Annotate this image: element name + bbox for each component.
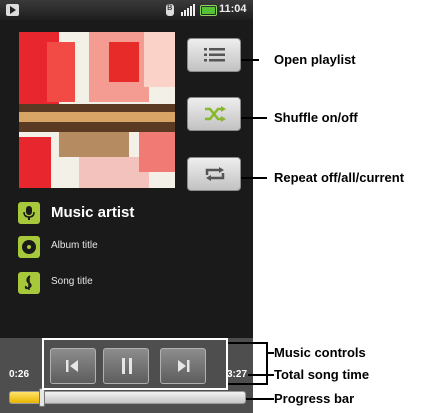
status-bar: 11:04 — [0, 0, 253, 20]
progress-fill — [10, 392, 40, 403]
elapsed-time: 0:26 — [9, 369, 30, 380]
callout-line-total-time — [248, 374, 274, 376]
bluetooth-icon — [166, 2, 174, 16]
treble-clef-icon — [18, 272, 40, 294]
repeat-button[interactable] — [187, 157, 241, 191]
callout-line-controls-bottom — [228, 383, 268, 385]
song-title: Song title — [51, 276, 93, 287]
callout-line-playlist — [241, 59, 259, 61]
callout-shuffle: Shuffle on/off — [274, 110, 358, 125]
callout-line-shuffle — [241, 117, 267, 119]
callout-line-repeat — [241, 177, 267, 179]
music-notification-icon — [6, 4, 19, 16]
callout-total-song-time: Total song time — [274, 367, 370, 382]
callout-progress-bar: Progress bar — [274, 391, 355, 406]
callout-repeat: Repeat off/all/current — [274, 170, 405, 185]
shuffle-icon — [205, 106, 226, 122]
battery-icon — [200, 5, 217, 16]
signal-icon — [181, 4, 195, 16]
shuffle-button[interactable] — [187, 97, 241, 131]
album-title: Album title — [51, 240, 98, 251]
microphone-icon — [18, 202, 40, 224]
repeat-icon — [205, 167, 225, 181]
callout-line-controls-top — [228, 342, 268, 344]
callout-line-progress — [246, 398, 274, 400]
artist-name: Music artist — [51, 204, 135, 221]
music-controls-highlight — [42, 338, 228, 390]
callout-music-controls: Music controls — [274, 345, 366, 360]
callout-line-controls — [266, 352, 274, 354]
list-icon — [204, 48, 225, 62]
progress-handle[interactable] — [38, 388, 45, 407]
status-time: 11:04 — [219, 3, 247, 15]
callout-bracket-controls — [266, 342, 268, 385]
disc-icon — [18, 236, 40, 258]
open-playlist-button[interactable] — [187, 38, 241, 72]
album-art — [19, 32, 175, 188]
callout-open-playlist: Open playlist — [274, 52, 356, 67]
total-time: 3:27 — [227, 369, 248, 380]
